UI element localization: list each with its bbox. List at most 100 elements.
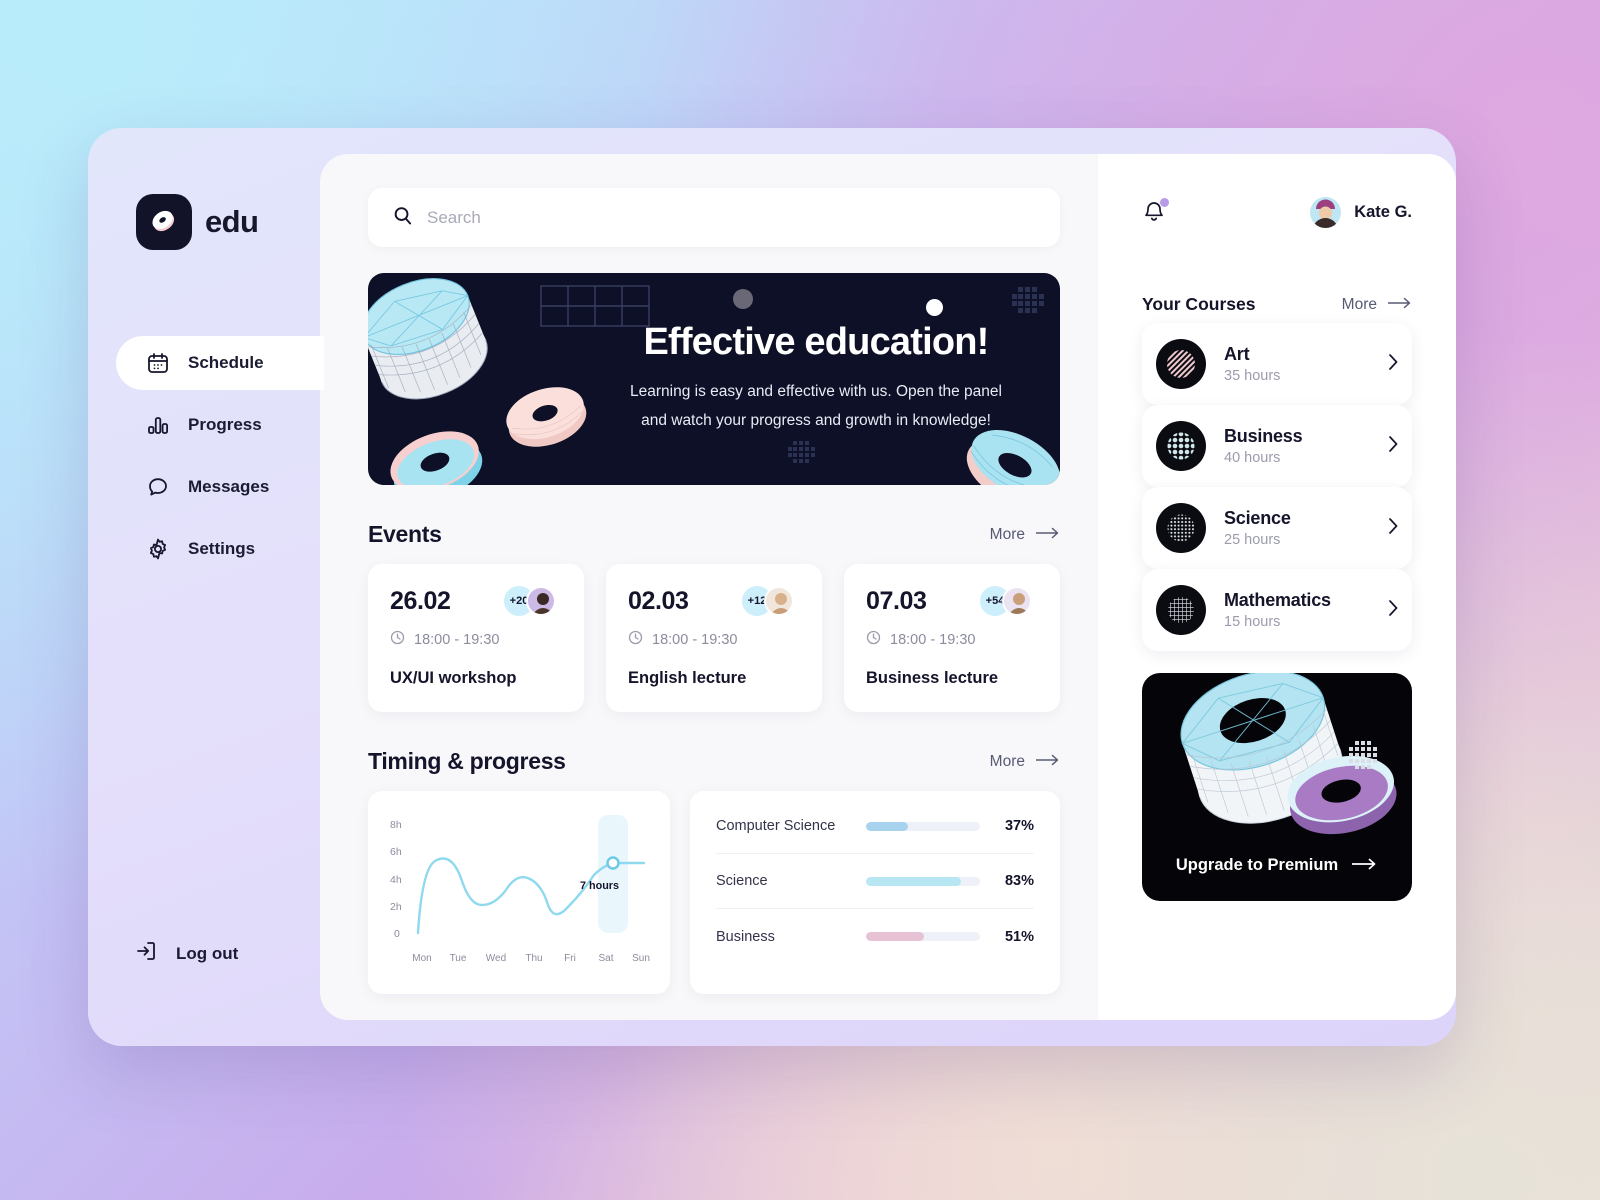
upgrade-premium-card[interactable]: Upgrade to Premium (1142, 673, 1412, 901)
bar-chart-icon (146, 413, 170, 437)
course-item-science[interactable]: Science 25 hours (1142, 487, 1412, 569)
y-tick-6h: 6h (390, 846, 402, 858)
progress-track (866, 876, 980, 886)
brand[interactable]: edu (136, 194, 320, 250)
avatar (526, 586, 556, 616)
calendar-icon (146, 351, 170, 375)
clock-icon (628, 630, 643, 649)
sidebar-item-label: Progress (188, 415, 262, 434)
notification-dot (1160, 198, 1169, 207)
event-card[interactable]: 02.03 +12 18:00 - 19:30 English lecture (606, 564, 822, 712)
chat-bubble-icon (146, 475, 170, 499)
event-time: 18:00 - 19:30 (628, 630, 800, 649)
progress-fill (866, 932, 925, 941)
striped-circle-icon (1156, 339, 1206, 389)
course-name: Art (1224, 344, 1250, 364)
x-tick-thu: Thu (525, 953, 542, 964)
sidebar-item-settings[interactable]: Settings (116, 522, 320, 576)
torus-logo-icon (136, 194, 192, 250)
event-attendees: +12 (742, 586, 800, 616)
y-tick-4h: 4h (390, 874, 402, 886)
x-tick-sat: Sat (598, 953, 613, 964)
progress-fill (866, 821, 909, 831)
timing-row: 8h 6h 4h 2h 0 7 hours Mon Tue Wed Thu Fr… (368, 791, 1060, 994)
user-menu[interactable]: Kate G. (1310, 196, 1412, 228)
sidebar-item-progress[interactable]: Progress (116, 398, 320, 452)
course-name: Science (1224, 508, 1291, 528)
arrow-right-icon (1035, 753, 1060, 771)
subject-progress-list: Computer Science 37% Science 83% Busines… (690, 791, 1060, 994)
search-input[interactable]: Search (368, 188, 1060, 248)
arrow-right-icon (1035, 526, 1060, 544)
courses-more-button[interactable]: More (1342, 296, 1412, 314)
timing-more-label: More (989, 752, 1025, 770)
course-item-business[interactable]: Business 40 hours (1142, 405, 1412, 487)
course-hours: 35 hours (1224, 368, 1281, 384)
courses-header: Your Courses More (1142, 294, 1412, 315)
events-list: 26.02 +20 18:00 - 19:30 UX/UI workshop 0… (368, 564, 1060, 712)
course-meta: Business 40 hours (1224, 426, 1371, 466)
avatar (764, 586, 794, 616)
event-time-label: 18:00 - 19:30 (652, 631, 738, 648)
hours-line-chart[interactable]: 8h 6h 4h 2h 0 7 hours Mon Tue Wed Thu Fr… (368, 791, 670, 994)
x-tick-sun: Sun (632, 953, 650, 964)
mesh-cylinder-decoration (368, 278, 488, 400)
progress-row: Science 83% (716, 854, 1034, 909)
y-tick-0: 0 (394, 928, 400, 940)
sidebar-item-schedule[interactable]: Schedule (116, 336, 324, 390)
events-header: Events More (368, 521, 1060, 548)
event-card[interactable]: 26.02 +20 18:00 - 19:30 UX/UI workshop (368, 564, 584, 712)
events-more-button[interactable]: More (990, 526, 1060, 544)
progress-value: 37% (1004, 818, 1034, 834)
pink-torus-decoration (506, 387, 587, 448)
event-name: UX/UI workshop (390, 669, 517, 687)
app-window: edu Schedule Progress Messages Settings … (88, 128, 1456, 1046)
banner-copy: Effective education! Learning is easy an… (606, 321, 1026, 435)
event-date: 07.03 (866, 586, 927, 615)
logout-button[interactable]: Log out (134, 939, 320, 968)
y-tick-8h: 8h (390, 819, 402, 831)
logout-icon (134, 939, 158, 968)
event-name: English lecture (628, 669, 747, 687)
event-card-top: 02.03 +12 (628, 586, 800, 616)
chart-highlight-band (598, 815, 628, 933)
course-item-mathematics[interactable]: Mathematics 15 hours (1142, 569, 1412, 651)
banner-subtitle-line2: and watch your progress and growth in kn… (641, 412, 991, 430)
course-item-art[interactable]: Art 35 hours (1142, 323, 1412, 405)
avatar (1002, 586, 1032, 616)
chart-y-ticks: 8h 6h 4h 2h 0 (390, 819, 402, 940)
timing-title: Timing & progress (368, 748, 566, 774)
progress-row: Business 51% (716, 909, 1034, 964)
progress-label: Computer Science (716, 818, 836, 834)
x-tick-fri: Fri (564, 953, 576, 964)
gray-dot-decoration (733, 289, 753, 310)
upgrade-premium-button[interactable]: Upgrade to Premium (1142, 856, 1412, 875)
timing-header: Timing & progress More (368, 748, 1060, 775)
brand-name: edu (205, 204, 259, 239)
chevron-right-icon (1389, 517, 1398, 539)
logout-label: Log out (176, 943, 239, 963)
event-attendees: +54 (980, 586, 1038, 616)
chevron-right-icon (1389, 599, 1398, 621)
arrow-right-icon (1387, 296, 1412, 314)
notifications-button[interactable] (1142, 198, 1169, 226)
progress-track (866, 821, 980, 831)
timing-more-button[interactable]: More (990, 753, 1060, 771)
line-chart-svg: 8h 6h 4h 2h 0 7 hours Mon Tue Wed Thu Fr… (390, 815, 650, 964)
courses-title: Your Courses (1142, 294, 1256, 314)
event-time-label: 18:00 - 19:30 (890, 631, 976, 648)
banner-title: Effective education! (643, 321, 989, 364)
course-meta: Science 25 hours (1224, 508, 1371, 548)
course-hours: 40 hours (1224, 450, 1281, 466)
banner-subtitle: Learning is easy and effective with us. … (606, 378, 1026, 435)
x-tick-wed: Wed (486, 953, 506, 964)
cyan-torus-decoration (390, 431, 483, 485)
clock-icon (390, 630, 405, 649)
progress-value: 83% (1004, 873, 1034, 889)
event-card[interactable]: 07.03 +54 18:00 - 19:30 Business lecture (844, 564, 1060, 712)
event-date: 26.02 (390, 586, 451, 615)
banner-subtitle-line1: Learning is easy and effective with us. … (630, 383, 1002, 401)
dot-grid-decoration-small (788, 441, 815, 464)
course-name: Mathematics (1224, 590, 1331, 610)
sidebar-item-messages[interactable]: Messages (116, 460, 320, 514)
